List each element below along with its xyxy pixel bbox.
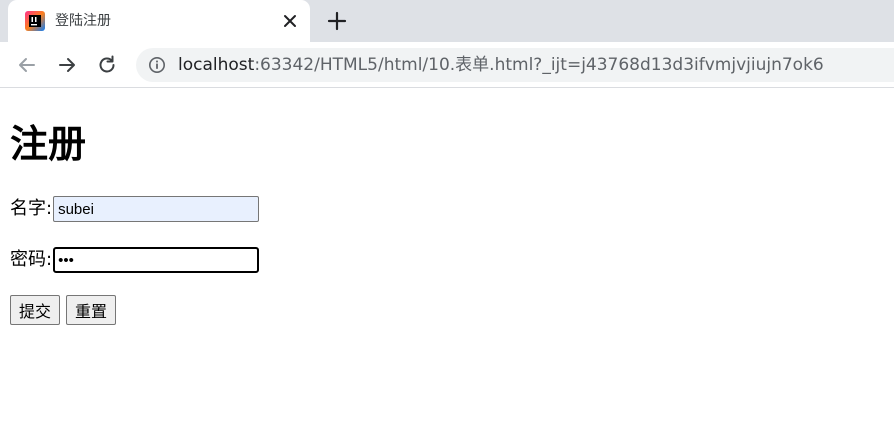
close-icon[interactable] [280,11,300,31]
jetbrains-favicon-icon [25,11,45,31]
url-host: localhost [178,55,255,75]
arrow-right-icon[interactable] [55,53,79,77]
name-label: 名字: [10,198,53,219]
tab-strip: 登陆注册 [0,0,894,42]
name-input[interactable] [53,196,260,222]
reload-icon[interactable] [95,53,119,77]
submit-button[interactable]: 提交 [10,295,61,325]
reset-button[interactable]: 重置 [66,295,117,325]
page-content: 注册 名字: 密码: 提交 重置 [0,89,894,436]
form-buttons: 提交 重置 [10,295,117,325]
browser-tab[interactable]: 登陆注册 [8,0,310,42]
plus-icon[interactable] [326,10,348,32]
password-row: 密码: [10,247,260,273]
name-row: 名字: [10,196,260,222]
password-input[interactable] [53,247,260,273]
url-text[interactable]: localhost:63342/HTML5/html/10.表单.html?_i… [178,55,824,75]
url-path: :63342/HTML5/html/10.表单.html?_ijt=j43768… [254,55,824,75]
info-icon[interactable] [148,56,166,74]
browser-toolbar: localhost:63342/HTML5/html/10.表单.html?_i… [0,42,894,88]
arrow-left-icon[interactable] [15,53,39,77]
password-label: 密码: [10,249,53,270]
page-title: 注册 [10,121,87,166]
address-bar[interactable]: localhost:63342/HTML5/html/10.表单.html?_i… [136,48,894,82]
tab-title: 登陆注册 [55,13,111,29]
